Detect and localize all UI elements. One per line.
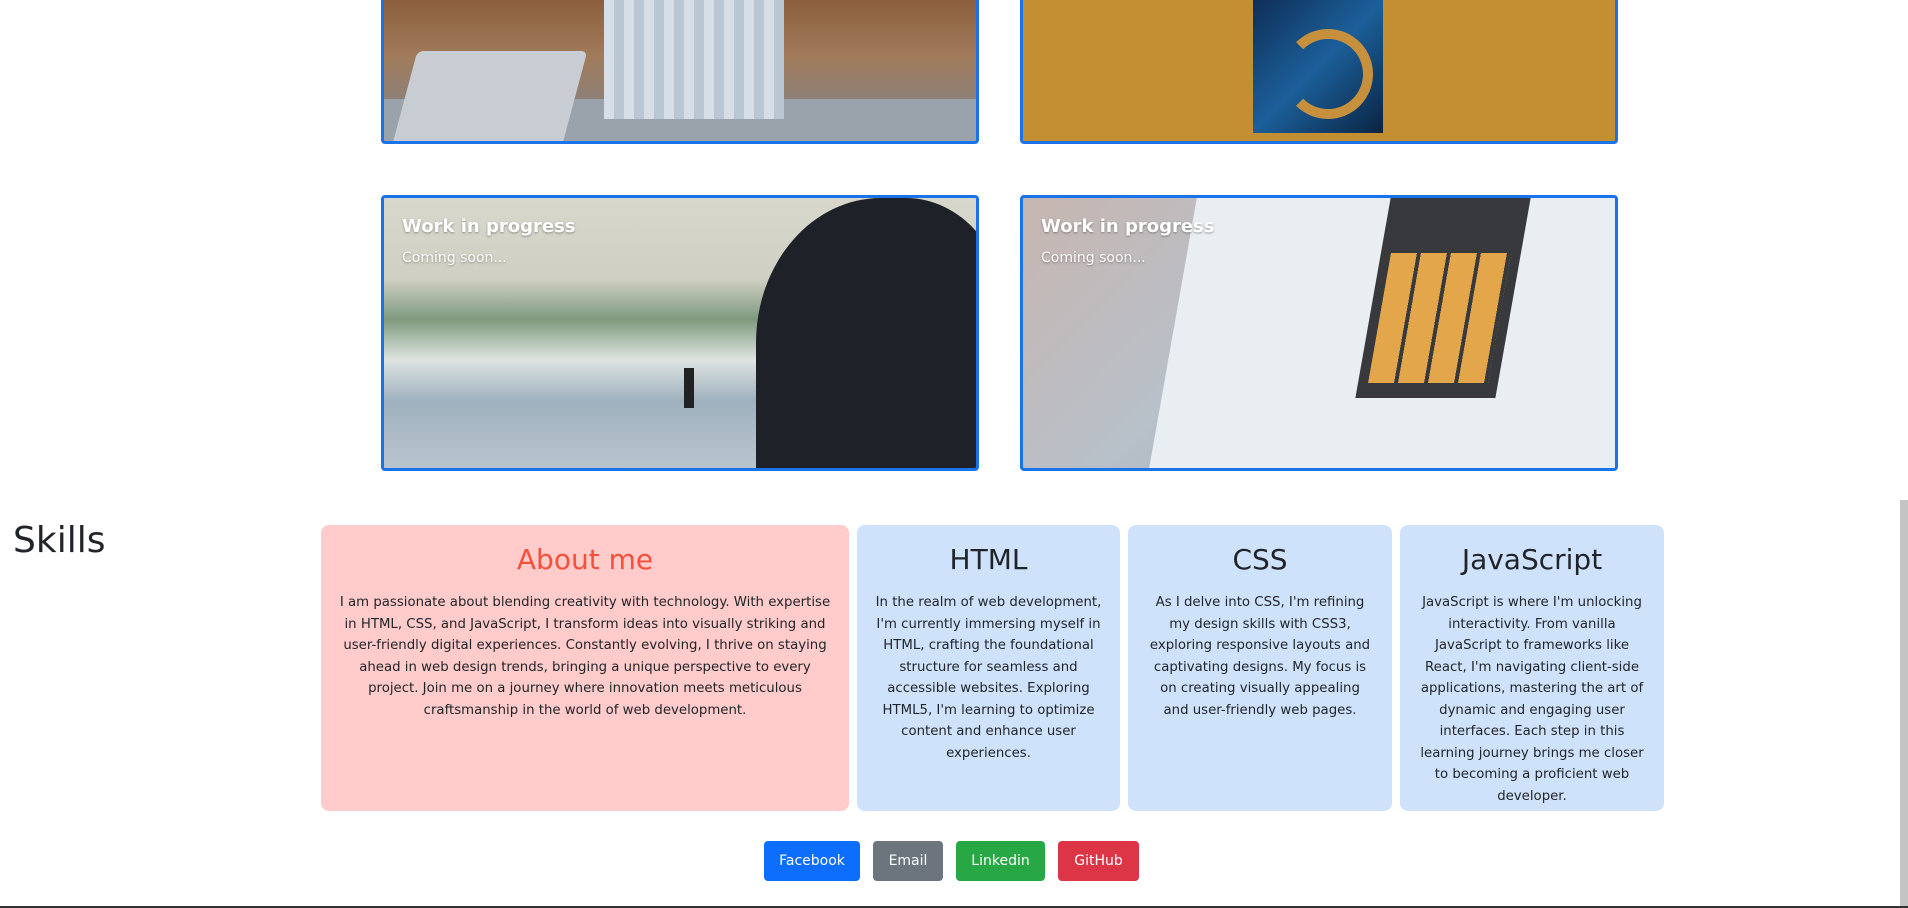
about-me-title: About me bbox=[516, 543, 654, 576]
css-skill-text: As I delve into CSS, I'm refining my des… bbox=[1149, 595, 1371, 718]
project-card-logo[interactable] bbox=[1020, 0, 1618, 144]
html-skill-text: In the realm of web development, I'm cur… bbox=[875, 595, 1102, 761]
card-image-laptop bbox=[390, 51, 588, 141]
javascript-skill-text: JavaScript is where I'm unlocking intera… bbox=[1420, 595, 1644, 804]
project-card-title: Work in progress bbox=[402, 216, 576, 237]
project-card-surfer[interactable]: Work in progress Coming soon... bbox=[381, 195, 979, 471]
about-me-text: I am passionate about blending creativit… bbox=[339, 595, 831, 718]
project-card-title: Work in progress bbox=[1041, 216, 1215, 237]
card-image-surfer bbox=[684, 368, 694, 408]
javascript-skill-title: JavaScript bbox=[1461, 543, 1603, 576]
card-image-logo-poster bbox=[1253, 0, 1383, 133]
skills-heading: Skills bbox=[13, 520, 106, 561]
linkedin-button[interactable]: Linkedin bbox=[956, 841, 1045, 881]
css-skill-title: CSS bbox=[1232, 543, 1288, 576]
page-scrollbar[interactable] bbox=[1900, 500, 1908, 908]
project-card-subtitle: Coming soon... bbox=[1041, 250, 1146, 266]
javascript-skill-box: JavaScript JavaScript is where I'm unloc… bbox=[1400, 525, 1664, 811]
project-card-meeting[interactable] bbox=[381, 0, 979, 144]
css-skill-box: CSS As I delve into CSS, I'm refining my… bbox=[1128, 525, 1392, 811]
html-skill-box: HTML In the realm of web development, I'… bbox=[857, 525, 1120, 811]
project-card-subtitle: Coming soon... bbox=[402, 250, 507, 266]
card-image-person bbox=[604, 0, 784, 119]
facebook-button[interactable]: Facebook bbox=[764, 841, 860, 881]
about-me-box: About me I am passionate about blending … bbox=[321, 525, 849, 811]
card-image-silhouette bbox=[756, 198, 976, 468]
email-button[interactable]: Email bbox=[873, 841, 943, 881]
project-card-calculator[interactable]: Work in progress Coming soon... bbox=[1020, 195, 1618, 471]
github-button[interactable]: GitHub bbox=[1058, 841, 1139, 881]
html-skill-title: HTML bbox=[949, 543, 1028, 576]
